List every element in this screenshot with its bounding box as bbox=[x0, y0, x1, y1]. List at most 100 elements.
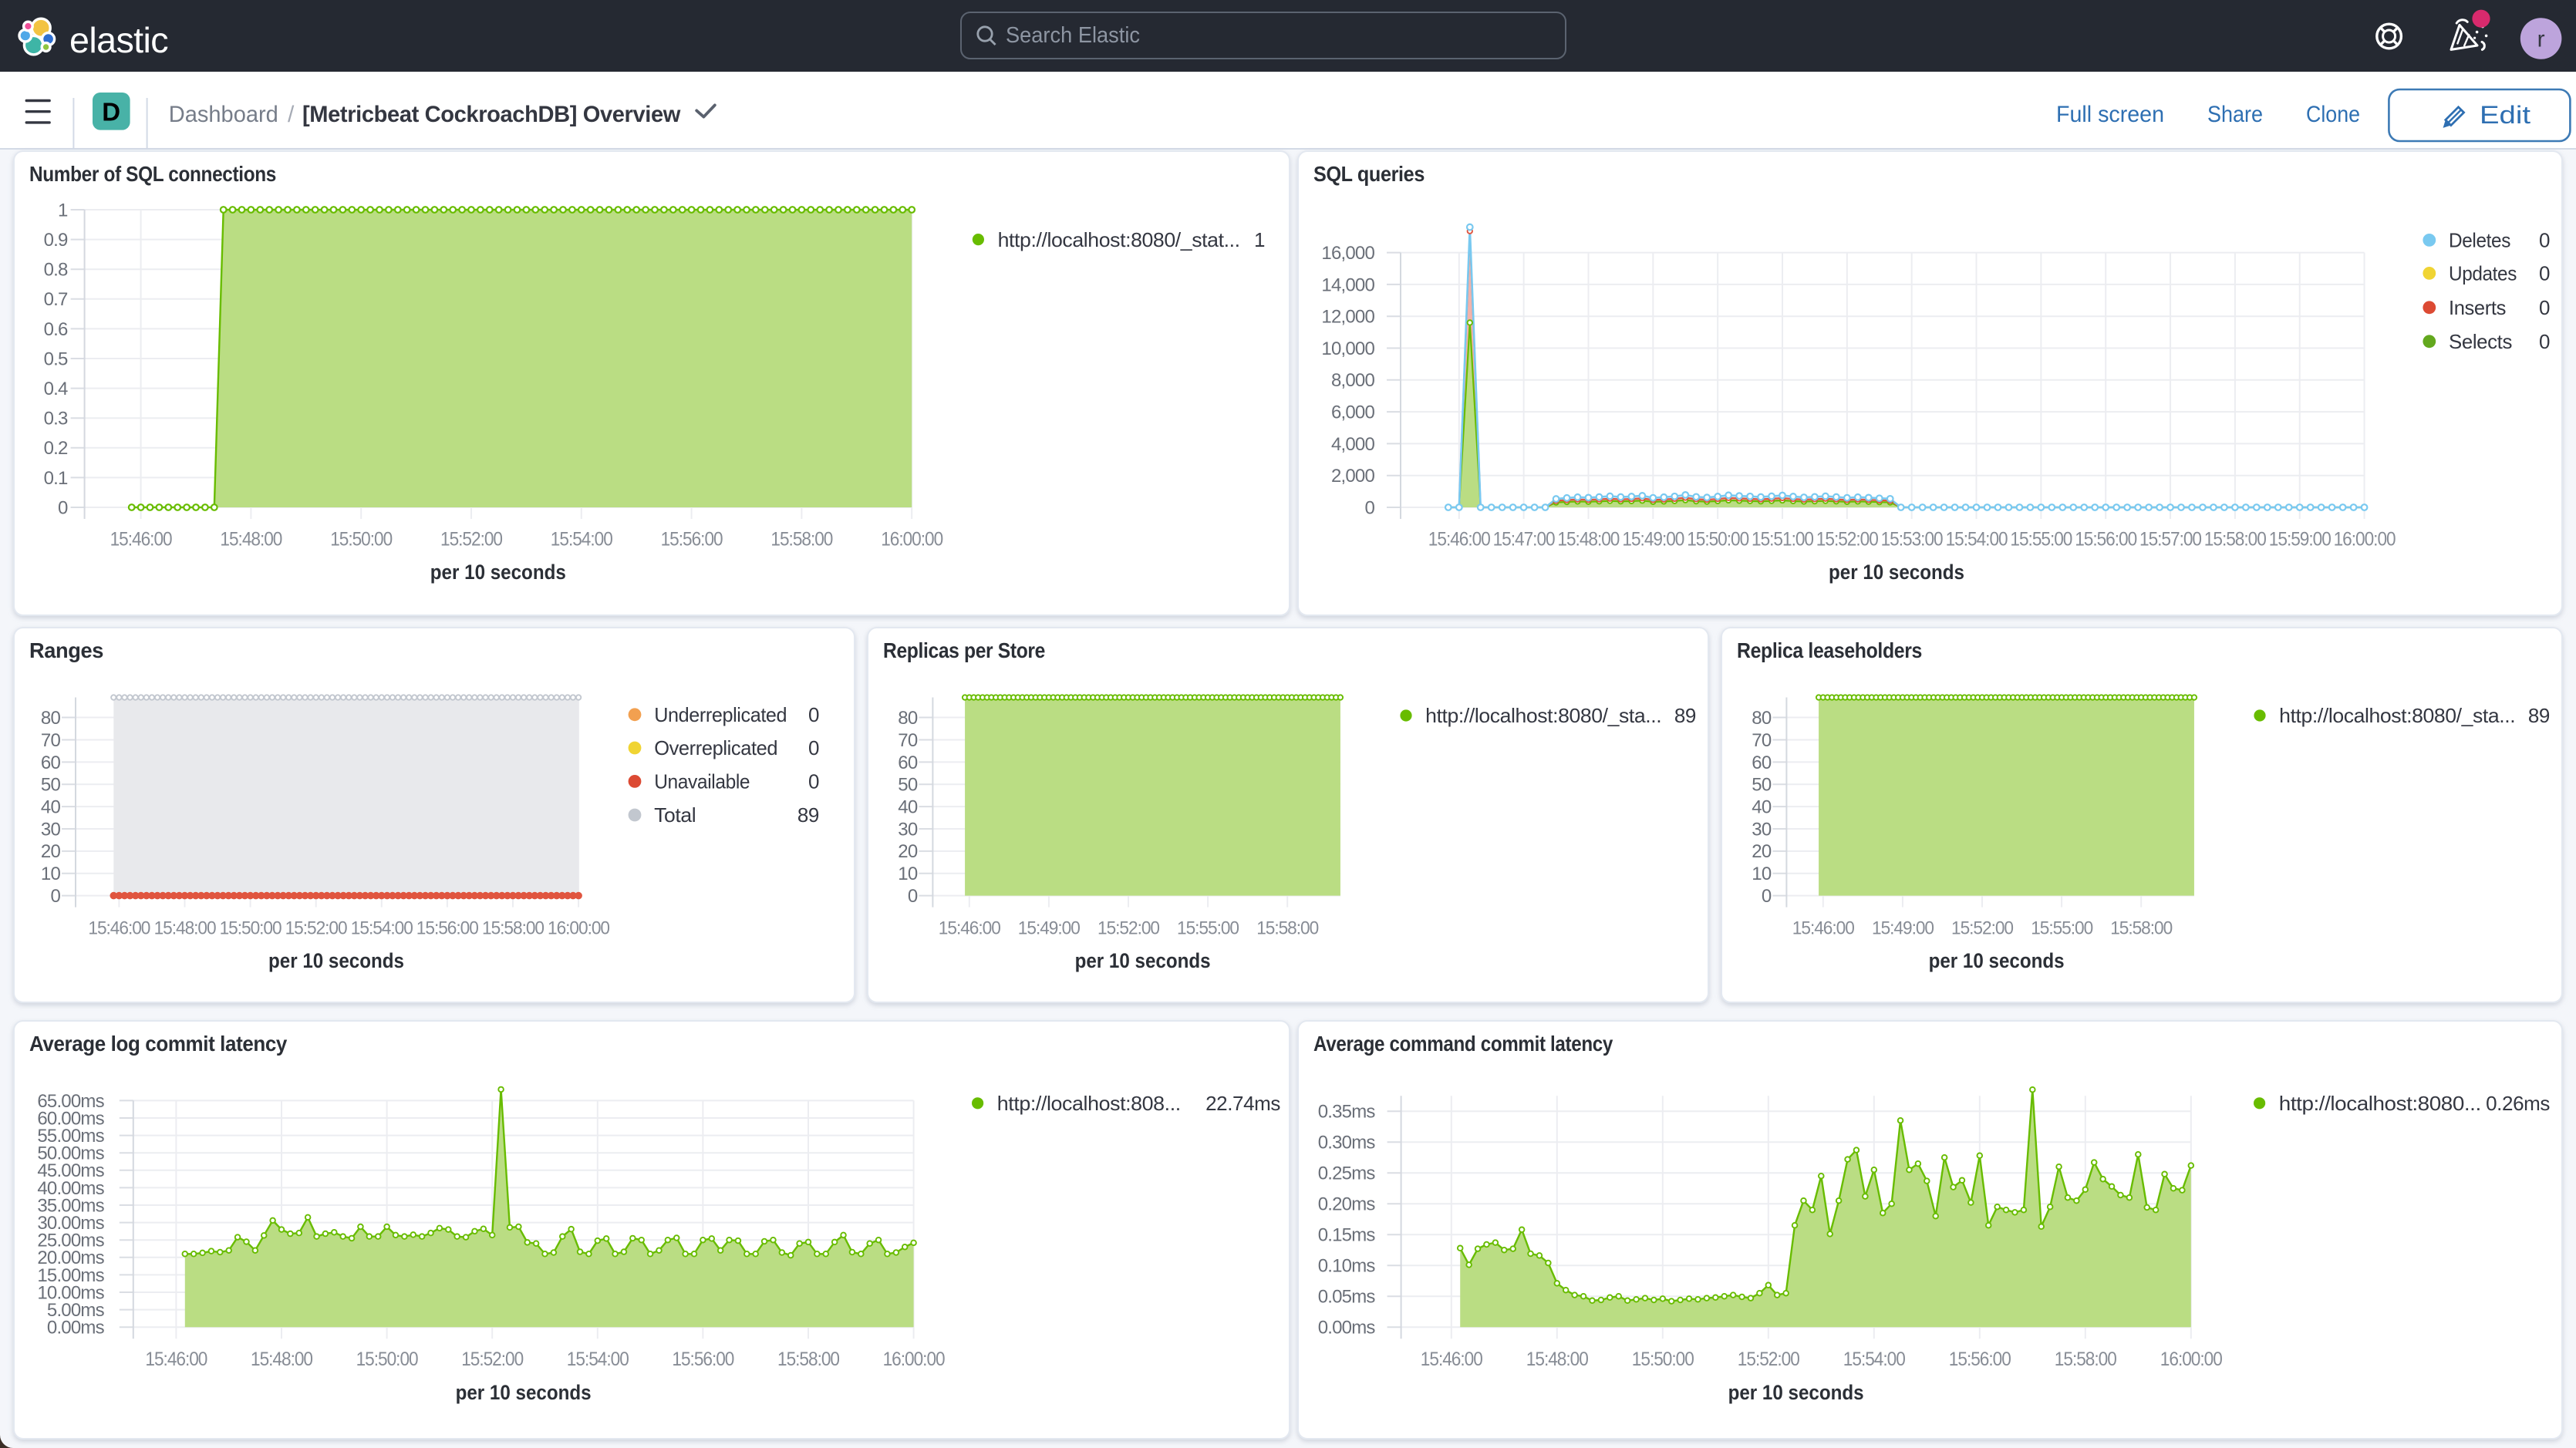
svg-text:0.00ms: 0.00ms bbox=[1318, 1318, 1376, 1339]
svg-text:Selects: Selects bbox=[2449, 330, 2512, 353]
svg-text:0.05ms: 0.05ms bbox=[1318, 1287, 1376, 1308]
svg-text:40: 40 bbox=[1752, 796, 1772, 817]
svg-text:15:55:00: 15:55:00 bbox=[1177, 918, 1239, 939]
svg-text:10: 10 bbox=[898, 864, 918, 884]
svg-text:15:58:00: 15:58:00 bbox=[777, 1349, 839, 1370]
svg-text:15:48:00: 15:48:00 bbox=[251, 1349, 312, 1370]
svg-text:D: D bbox=[102, 98, 120, 126]
svg-text:15:52:00: 15:52:00 bbox=[285, 918, 347, 939]
svg-text:15:50:00: 15:50:00 bbox=[1687, 530, 1748, 551]
svg-text:15:56:00: 15:56:00 bbox=[1949, 1349, 2011, 1370]
svg-text:80: 80 bbox=[41, 708, 61, 729]
svg-text:15:49:00: 15:49:00 bbox=[1872, 918, 1934, 939]
svg-text:30: 30 bbox=[1752, 819, 1772, 840]
svg-text:Full screen: Full screen bbox=[2056, 102, 2164, 127]
svg-text:r: r bbox=[2537, 26, 2545, 52]
svg-text:15:58:00: 15:58:00 bbox=[770, 530, 832, 551]
svg-text:2,000: 2,000 bbox=[1331, 466, 1375, 487]
svg-text:1: 1 bbox=[58, 200, 68, 221]
svg-text:15:48:00: 15:48:00 bbox=[220, 530, 282, 551]
svg-text:0: 0 bbox=[1364, 497, 1374, 518]
svg-text:15:53:00: 15:53:00 bbox=[1881, 530, 1943, 551]
svg-text:15:48:00: 15:48:00 bbox=[1526, 1349, 1588, 1370]
svg-text:15:50:00: 15:50:00 bbox=[1632, 1349, 1694, 1370]
svg-text:0.35ms: 0.35ms bbox=[1318, 1102, 1376, 1123]
svg-text:60: 60 bbox=[1752, 753, 1772, 773]
svg-text:16:00:00: 16:00:00 bbox=[2160, 1349, 2222, 1370]
svg-text:Deletes: Deletes bbox=[2449, 229, 2510, 252]
svg-text:70: 70 bbox=[41, 730, 61, 751]
svg-text:0.3: 0.3 bbox=[44, 409, 68, 429]
svg-text:70: 70 bbox=[1752, 730, 1772, 751]
svg-text:80: 80 bbox=[1752, 708, 1772, 729]
svg-text:http://localhost:8080/_sta...: http://localhost:8080/_sta... bbox=[2279, 704, 2515, 727]
svg-text:15:56:00: 15:56:00 bbox=[661, 530, 723, 551]
svg-text:70: 70 bbox=[898, 730, 918, 751]
svg-text:per 10 seconds: per 10 seconds bbox=[1829, 561, 1964, 584]
svg-text:15:54:00: 15:54:00 bbox=[1946, 530, 2008, 551]
svg-text:10: 10 bbox=[1752, 864, 1772, 884]
svg-text:0.5: 0.5 bbox=[44, 349, 68, 369]
svg-text:15:57:00: 15:57:00 bbox=[2139, 530, 2201, 551]
svg-text:50: 50 bbox=[41, 775, 61, 796]
svg-text:20: 20 bbox=[41, 841, 61, 862]
svg-text:14,000: 14,000 bbox=[1321, 274, 1374, 295]
svg-text:Unavailable: Unavailable bbox=[654, 770, 750, 793]
svg-text:16:00:00: 16:00:00 bbox=[881, 530, 942, 551]
svg-text:15:50:00: 15:50:00 bbox=[356, 1349, 418, 1370]
svg-text:http://localhost:8080...: http://localhost:8080... bbox=[2279, 1092, 2481, 1115]
svg-text:15:46:00: 15:46:00 bbox=[939, 918, 1000, 939]
svg-text:Search Elastic: Search Elastic bbox=[1006, 23, 1140, 48]
svg-text:15:52:00: 15:52:00 bbox=[1951, 918, 2013, 939]
svg-text:0: 0 bbox=[2539, 262, 2550, 285]
svg-text:0.9: 0.9 bbox=[44, 230, 68, 251]
svg-text:http://localhost:8080/_stat...: http://localhost:8080/_stat... bbox=[998, 228, 1240, 251]
svg-text:0: 0 bbox=[1762, 886, 1772, 907]
svg-text:Average log commit latency: Average log commit latency bbox=[29, 1032, 288, 1056]
svg-text:0: 0 bbox=[58, 497, 68, 518]
svg-text:50: 50 bbox=[898, 775, 918, 796]
svg-text:0.8: 0.8 bbox=[44, 260, 68, 281]
svg-text:65.00ms: 65.00ms bbox=[37, 1091, 104, 1112]
svg-text:0.10ms: 0.10ms bbox=[1318, 1256, 1376, 1277]
svg-text:15:47:00: 15:47:00 bbox=[1493, 530, 1555, 551]
svg-text:89: 89 bbox=[2528, 704, 2550, 727]
svg-text:15:58:00: 15:58:00 bbox=[2110, 918, 2172, 939]
svg-text:Updates: Updates bbox=[2449, 262, 2517, 285]
svg-text:Edit: Edit bbox=[2480, 101, 2530, 129]
svg-text:15:49:00: 15:49:00 bbox=[1622, 530, 1684, 551]
svg-text:15:51:00: 15:51:00 bbox=[1752, 530, 1813, 551]
svg-text:16,000: 16,000 bbox=[1321, 243, 1374, 264]
svg-text:6,000: 6,000 bbox=[1331, 402, 1375, 423]
svg-text:30: 30 bbox=[41, 819, 61, 840]
svg-text:15:52:00: 15:52:00 bbox=[461, 1349, 523, 1370]
svg-text:15:50:00: 15:50:00 bbox=[220, 918, 282, 939]
svg-text:15:46:00: 15:46:00 bbox=[1792, 918, 1854, 939]
svg-text:15:46:00: 15:46:00 bbox=[145, 1349, 207, 1370]
svg-text:4,000: 4,000 bbox=[1331, 434, 1375, 455]
svg-text:per 10 seconds: per 10 seconds bbox=[430, 561, 566, 584]
svg-text:SQL queries: SQL queries bbox=[1313, 162, 1425, 186]
svg-text:15:52:00: 15:52:00 bbox=[440, 530, 502, 551]
svg-text:[Metricbeat CockroachDB] Overv: [Metricbeat CockroachDB] Overview bbox=[302, 102, 681, 127]
svg-text:15:52:00: 15:52:00 bbox=[1097, 918, 1159, 939]
svg-text:per 10 seconds: per 10 seconds bbox=[268, 949, 404, 972]
svg-text:15:46:00: 15:46:00 bbox=[88, 918, 150, 939]
svg-text:per 10 seconds: per 10 seconds bbox=[456, 1381, 592, 1404]
svg-text:0.15ms: 0.15ms bbox=[1318, 1225, 1376, 1246]
svg-text:1: 1 bbox=[1254, 228, 1265, 251]
svg-text:15:58:00: 15:58:00 bbox=[2055, 1349, 2116, 1370]
svg-text:Replica leaseholders: Replica leaseholders bbox=[1737, 638, 1922, 662]
svg-text:60: 60 bbox=[41, 753, 61, 773]
svg-text:15:48:00: 15:48:00 bbox=[154, 918, 216, 939]
svg-text:0: 0 bbox=[808, 770, 819, 793]
svg-text:16:00:00: 16:00:00 bbox=[2334, 530, 2396, 551]
svg-text:15:48:00: 15:48:00 bbox=[1557, 530, 1619, 551]
svg-text:15:46:00: 15:46:00 bbox=[1428, 530, 1490, 551]
svg-text:15:54:00: 15:54:00 bbox=[551, 530, 612, 551]
svg-text:10: 10 bbox=[41, 864, 61, 884]
svg-text:15:50:00: 15:50:00 bbox=[330, 530, 392, 551]
svg-text:15:55:00: 15:55:00 bbox=[2010, 530, 2072, 551]
svg-text:30: 30 bbox=[898, 819, 918, 840]
svg-text:per 10 seconds: per 10 seconds bbox=[1075, 949, 1211, 972]
